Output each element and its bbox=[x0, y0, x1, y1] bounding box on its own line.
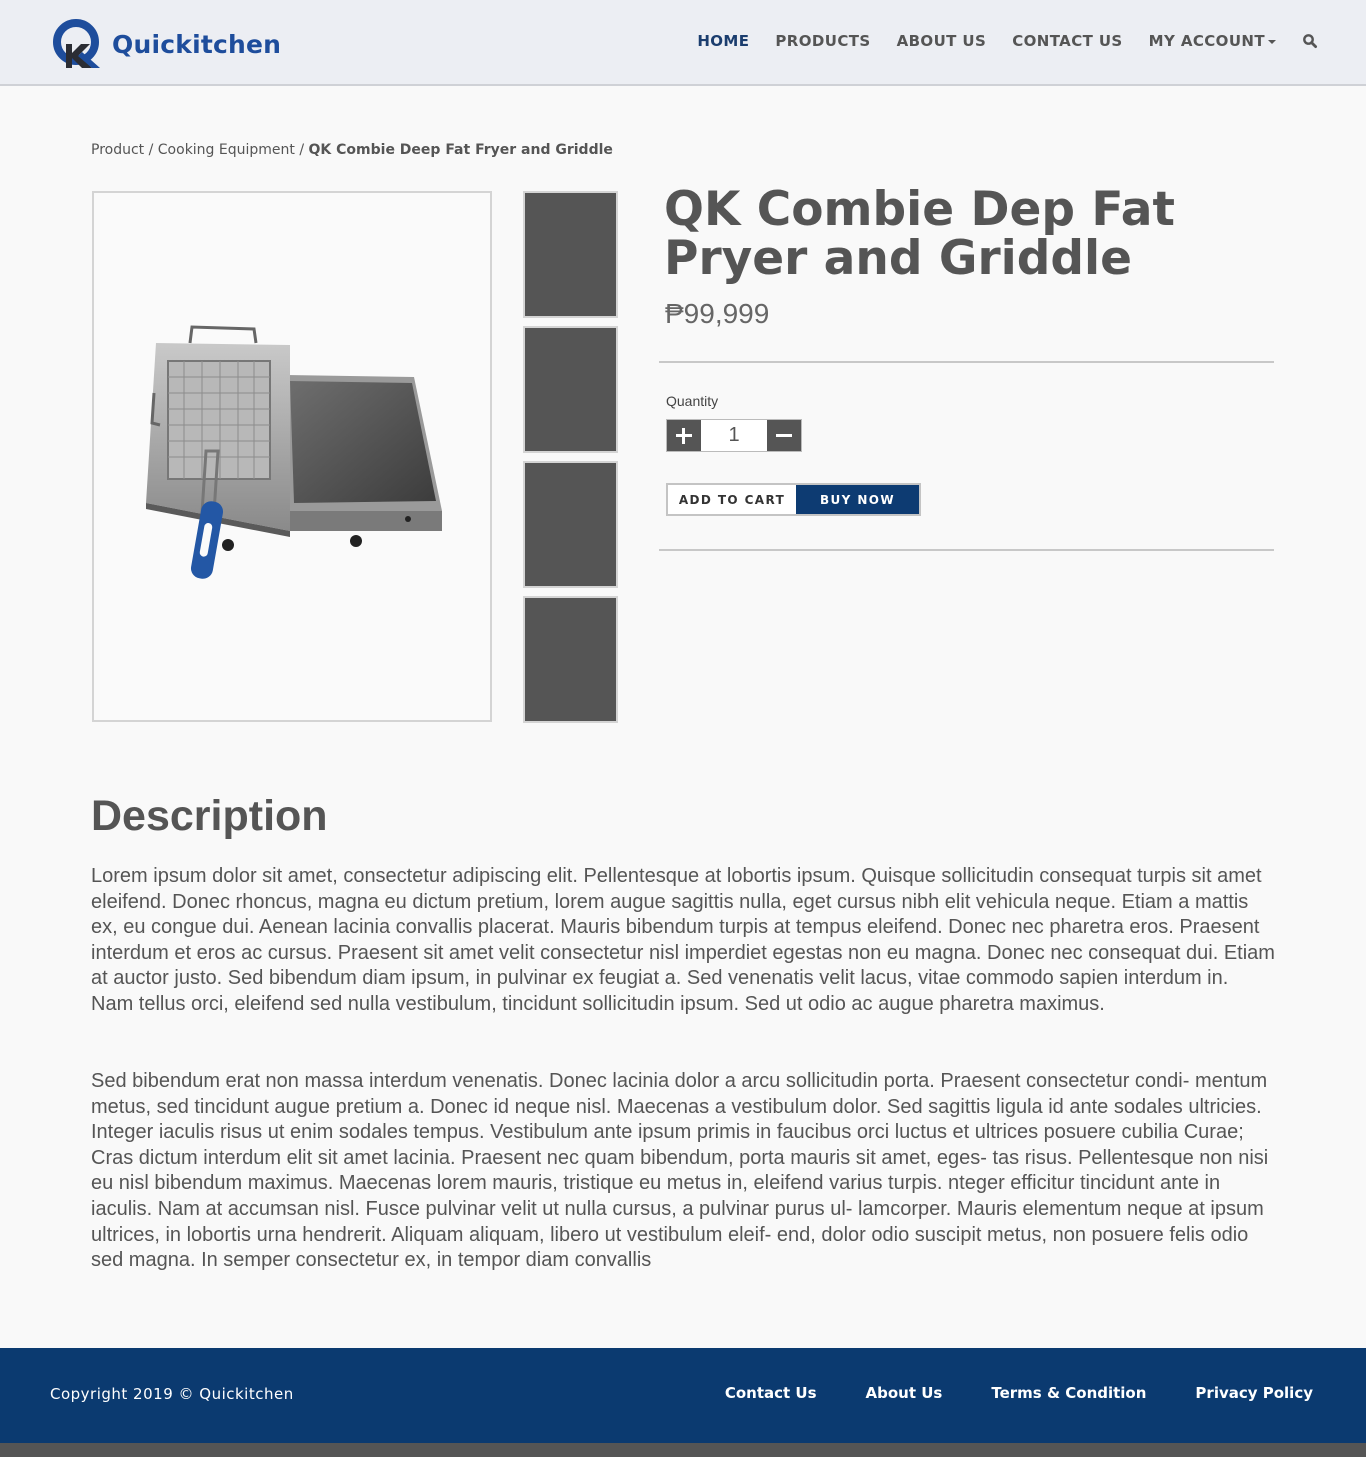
product-thumbnail[interactable] bbox=[523, 596, 618, 723]
quantity-label: Quantity bbox=[666, 393, 719, 409]
decrement-button[interactable] bbox=[767, 420, 801, 451]
breadcrumb-item-product[interactable]: Product bbox=[91, 142, 144, 158]
description-paragraph: Lorem ipsum dolor sit amet, consectetur … bbox=[91, 865, 1275, 1015]
logo-icon bbox=[52, 18, 104, 70]
footer-link-terms[interactable]: Terms & Condition bbox=[991, 1384, 1146, 1402]
footer-links: Contact Us About Us Terms & Condition Pr… bbox=[676, 1384, 1313, 1402]
nav-contact-us[interactable]: CONTACT US bbox=[1012, 32, 1122, 50]
breadcrumb-separator: / bbox=[299, 142, 305, 158]
site-header: Quickitchen HOME PRODUCTS ABOUT US CONTA… bbox=[0, 0, 1366, 86]
increment-button[interactable] bbox=[667, 420, 701, 451]
product-thumbnail[interactable] bbox=[523, 461, 618, 588]
brand-name: Quickitchen bbox=[112, 29, 282, 59]
product-price: ₱99,999 bbox=[665, 298, 770, 329]
nav-my-account-label: MY ACCOUNT bbox=[1148, 32, 1265, 50]
footer-link-contact-us[interactable]: Contact Us bbox=[725, 1384, 817, 1402]
breadcrumb-item-cooking-equipment[interactable]: Cooking Equipment bbox=[158, 142, 295, 158]
product-thumbnail[interactable] bbox=[523, 191, 618, 318]
nav-home[interactable]: HOME bbox=[697, 32, 749, 50]
nav-about-us[interactable]: ABOUT US bbox=[897, 32, 987, 50]
search-icon[interactable] bbox=[1302, 33, 1318, 49]
buy-now-button[interactable]: BUY NOW bbox=[796, 485, 919, 514]
site-footer: Copyright 2019 © Quickitchen Contact Us … bbox=[0, 1348, 1366, 1443]
quantity-input[interactable] bbox=[701, 420, 767, 451]
divider bbox=[659, 361, 1274, 363]
footer-bottom-bar bbox=[0, 1443, 1366, 1457]
description-heading: Description bbox=[91, 792, 328, 840]
breadcrumb: Product / Cooking Equipment / QK Combie … bbox=[91, 142, 613, 158]
fryer-griddle-illustration bbox=[146, 325, 442, 579]
footer-link-privacy-policy[interactable]: Privacy Policy bbox=[1195, 1384, 1313, 1402]
breadcrumb-current: QK Combie Deep Fat Fryer and Griddle bbox=[308, 142, 613, 158]
breadcrumb-separator: / bbox=[148, 142, 154, 158]
product-thumbnail[interactable] bbox=[523, 326, 618, 453]
divider bbox=[659, 549, 1274, 551]
purchase-buttons: ADD TO CART BUY NOW bbox=[666, 483, 921, 516]
add-to-cart-button[interactable]: ADD TO CART bbox=[668, 485, 796, 514]
nav-products[interactable]: PRODUCTS bbox=[775, 32, 870, 50]
copyright-text: Copyright 2019 © Quickitchen bbox=[50, 1385, 294, 1403]
brand-logo[interactable]: Quickitchen bbox=[52, 16, 282, 72]
quantity-stepper bbox=[666, 419, 802, 452]
chevron-down-icon bbox=[1268, 39, 1276, 44]
main-nav: HOME PRODUCTS ABOUT US CONTACT US MY ACC… bbox=[671, 32, 1318, 50]
product-main-image[interactable] bbox=[92, 191, 492, 722]
nav-my-account[interactable]: MY ACCOUNT bbox=[1149, 32, 1276, 50]
footer-link-about-us[interactable]: About Us bbox=[866, 1384, 943, 1402]
description-paragraph: Sed bibendum erat non massa interdum ven… bbox=[91, 1070, 1269, 1272]
product-title: QK Combie Dep Fat Pryer and Griddle bbox=[664, 182, 1175, 286]
